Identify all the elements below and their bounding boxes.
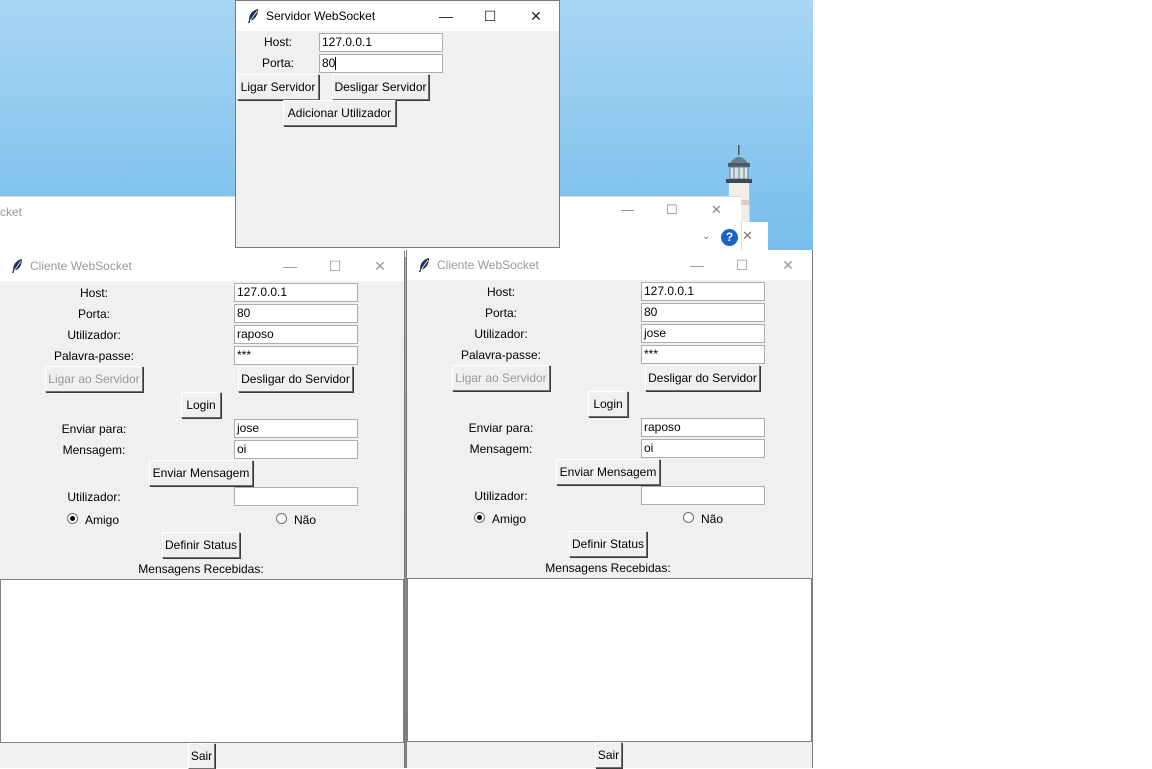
feather-icon <box>248 9 258 23</box>
status-user-input[interactable] <box>234 487 358 506</box>
message-label: Mensagem: <box>62 443 126 457</box>
send-message-button[interactable]: Enviar Mensagem <box>149 460 253 486</box>
close-icon[interactable]: ✕ <box>711 202 722 218</box>
message-input[interactable]: oi <box>641 439 765 458</box>
server-window: Servidor WebSocket — ☐ ✕ Host: 127.0.0.1… <box>235 0 560 248</box>
host-input[interactable]: 127.0.0.1 <box>641 282 765 301</box>
user-label: Utilizador: <box>67 328 121 342</box>
minimize-icon[interactable]: — <box>621 202 634 217</box>
connect-button[interactable]: Ligar ao Servidor <box>45 366 143 392</box>
password-input[interactable]: *** <box>234 346 358 365</box>
user-label: Utilizador: <box>474 327 528 341</box>
feather-icon <box>419 258 429 272</box>
chevron-down-icon[interactable]: ⌄ <box>702 231 710 242</box>
port-label: Porta: <box>261 56 294 70</box>
send-to-label: Enviar para: <box>61 422 127 436</box>
host-input[interactable]: 127.0.0.1 <box>319 33 443 52</box>
user-input[interactable]: raposo <box>234 325 358 344</box>
window-title: Cliente WebSocket <box>437 258 539 272</box>
start-server-button[interactable]: Ligar Servidor <box>237 74 319 100</box>
received-messages-box[interactable] <box>0 579 404 743</box>
radio-selected-dot <box>70 516 75 521</box>
background-window-edge: ✕ <box>741 222 768 252</box>
received-messages-label: Mensagens Recebidas: <box>138 562 264 576</box>
radio-friend-label: Amigo <box>492 512 527 526</box>
close-icon[interactable]: ✕ <box>777 254 799 276</box>
disconnect-button[interactable]: Desligar do Servidor <box>238 366 353 392</box>
client-title-bar: Cliente WebSocket — ☐ ✕ <box>0 251 404 281</box>
radio-no[interactable] <box>276 513 287 524</box>
radio-no-label: Não <box>701 512 724 526</box>
add-user-button[interactable]: Adicionar Utilizador <box>283 100 396 126</box>
port-input[interactable]: 80 <box>641 303 765 322</box>
background-window-title: cket <box>0 205 23 219</box>
port-input[interactable]: 80 <box>234 304 358 323</box>
maximize-icon[interactable]: ☐ <box>666 202 678 218</box>
radio-friend-label: Amigo <box>85 513 120 527</box>
window-title: Cliente WebSocket <box>30 259 132 273</box>
maximize-icon[interactable]: ☐ <box>324 255 346 277</box>
send-to-label: Enviar para: <box>468 421 534 435</box>
close-icon[interactable]: ✕ <box>742 228 753 244</box>
minimize-icon[interactable]: — <box>686 254 708 276</box>
close-icon[interactable]: ✕ <box>369 255 391 277</box>
exit-button[interactable]: Sair <box>188 743 215 769</box>
minimize-icon[interactable]: — <box>279 255 301 277</box>
maximize-icon[interactable]: ☐ <box>731 254 753 276</box>
window-title: Servidor WebSocket <box>266 9 376 23</box>
client-window-raposo: Cliente WebSocket — ☐ ✕ Host: 127.0.0.1 … <box>0 251 405 769</box>
disconnect-button[interactable]: Desligar do Servidor <box>645 365 760 391</box>
status-user-input[interactable] <box>641 486 765 505</box>
server-title-bar: Servidor WebSocket — ☐ ✕ <box>236 1 559 31</box>
text-cursor <box>335 57 337 71</box>
password-label: Palavra-passe: <box>460 348 542 362</box>
maximize-icon[interactable]: ☐ <box>479 5 501 27</box>
user-input[interactable]: jose <box>641 324 765 343</box>
help-icon[interactable]: ? <box>721 229 738 246</box>
feather-icon <box>12 259 22 273</box>
password-input[interactable]: *** <box>641 345 765 364</box>
set-status-button[interactable]: Definir Status <box>162 532 240 558</box>
port-input[interactable]: 80 <box>319 54 443 73</box>
host-input[interactable]: 127.0.0.1 <box>234 283 358 302</box>
host-label: Host: <box>263 35 292 49</box>
exit-button[interactable]: Sair <box>595 742 622 768</box>
received-messages-box[interactable] <box>407 578 812 742</box>
port-label: Porta: <box>484 306 517 320</box>
client-window-jose: Cliente WebSocket — ☐ ✕ Host: 127.0.0.1 … <box>406 250 813 768</box>
login-button[interactable]: Login <box>588 391 628 417</box>
connect-button[interactable]: Ligar ao Servidor <box>452 365 550 391</box>
minimize-icon[interactable]: — <box>435 5 457 27</box>
status-user-label: Utilizador: <box>474 489 528 503</box>
radio-no-label: Não <box>294 513 317 527</box>
port-label: Porta: <box>77 307 110 321</box>
message-label: Mensagem: <box>469 442 533 456</box>
status-user-label: Utilizador: <box>67 490 121 504</box>
close-icon[interactable]: ✕ <box>525 5 547 27</box>
host-label: Host: <box>486 285 515 299</box>
message-input[interactable]: oi <box>234 440 358 459</box>
send-to-input[interactable]: raposo <box>641 418 765 437</box>
password-label: Palavra-passe: <box>53 349 135 363</box>
send-to-input[interactable]: jose <box>234 419 358 438</box>
login-button[interactable]: Login <box>181 392 221 418</box>
client-title-bar: Cliente WebSocket — ☐ ✕ <box>407 250 812 280</box>
radio-no[interactable] <box>683 512 694 523</box>
received-messages-label: Mensagens Recebidas: <box>545 561 671 575</box>
radio-selected-dot <box>477 515 482 520</box>
stop-server-button[interactable]: Desligar Servidor <box>332 74 429 100</box>
host-label: Host: <box>79 286 108 300</box>
send-message-button[interactable]: Enviar Mensagem <box>556 459 660 485</box>
set-status-button[interactable]: Definir Status <box>569 531 647 557</box>
radio-friend[interactable] <box>67 513 78 524</box>
radio-friend[interactable] <box>474 512 485 523</box>
